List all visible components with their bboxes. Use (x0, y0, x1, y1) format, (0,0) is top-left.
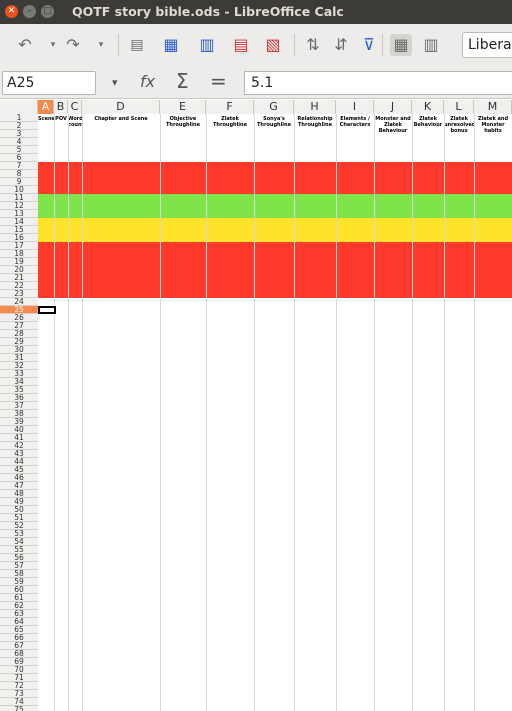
column-header-b[interactable]: B (54, 100, 68, 114)
column-header-g[interactable]: G (254, 100, 294, 114)
toolbar-separator (118, 34, 119, 56)
column-gridline (68, 114, 69, 711)
header-zlatek: Zlatek Throughline (213, 116, 247, 128)
insert-columns-icon[interactable]: ▥ (196, 34, 218, 56)
select-all-corner[interactable] (0, 100, 38, 114)
header-monsters: Monster and Zlatek Behaviour (375, 116, 411, 134)
colored-row-band (38, 242, 512, 298)
column-gridline (206, 114, 207, 711)
header-sonya: Sonya's Throughline (257, 116, 291, 128)
font-name-box[interactable]: Liberat (462, 32, 512, 58)
sort-icon[interactable]: ⇅ (302, 34, 324, 56)
function-wizard-button[interactable]: fx (140, 72, 155, 91)
column-gridline (254, 114, 255, 711)
column-header-e[interactable]: E (160, 100, 206, 114)
spelling-icon[interactable]: ▤ (126, 34, 148, 56)
column-gridline (294, 114, 295, 711)
column-gridline (54, 114, 55, 711)
delete-columns-icon[interactable]: ▧ (262, 34, 284, 56)
column-header-j[interactable]: J (374, 100, 412, 114)
close-window-button[interactable]: ✕ (5, 5, 18, 18)
column-header-c[interactable]: C (68, 100, 82, 114)
column-gridline (412, 114, 413, 711)
maximize-window-button[interactable]: □ (41, 5, 54, 18)
column-header-f[interactable]: F (206, 100, 254, 114)
undo-icon[interactable]: ↶ (14, 34, 36, 56)
column-header-i[interactable]: I (336, 100, 374, 114)
header-zlatek-behaviour: Zlatek Behaviour (413, 116, 443, 128)
formula-input[interactable]: 5.1 (244, 71, 512, 95)
selected-cell[interactable] (38, 306, 56, 314)
freeze-rows-icon[interactable]: ▦ (390, 34, 412, 56)
header-elements: Elements / Characters (339, 116, 371, 128)
column-header-m[interactable]: M (474, 100, 512, 114)
colored-row-band (38, 218, 512, 242)
colored-row-band (38, 194, 512, 218)
sidebar-icon[interactable]: ▥ (420, 34, 442, 56)
delete-rows-icon[interactable]: ▤ (230, 34, 252, 56)
toolbar-separator (294, 34, 295, 56)
insert-rows-icon[interactable]: ▦ (160, 34, 182, 56)
column-gridline (474, 114, 475, 711)
row-header-75[interactable]: 75 (0, 706, 38, 711)
window-titlebar: ✕ – □ QOTF story bible.ods - LibreOffice… (0, 0, 512, 24)
column-header-d[interactable]: D (82, 100, 160, 114)
column-header-a[interactable]: A (38, 100, 54, 114)
header-chapter: Chapter and Scene (94, 116, 148, 122)
column-gridline (444, 114, 445, 711)
name-box[interactable]: A25 (2, 71, 96, 95)
header-relationship: Relationship Throughline (297, 116, 333, 128)
sort-descending-icon[interactable]: ⇵ (330, 34, 352, 56)
column-gridline (160, 114, 161, 711)
header-zlatek-habits: Zlatek and Monster habits (477, 116, 509, 134)
header-pov: POV (55, 116, 67, 122)
column-gridline (336, 114, 337, 711)
minimize-window-button[interactable]: – (23, 5, 36, 18)
column-gridline (374, 114, 375, 711)
toolbar-separator (382, 34, 383, 56)
column-headers: A B C D E F G H I J K L M (0, 100, 512, 115)
header-scene: Scene (38, 116, 54, 122)
formula-button[interactable]: = (210, 69, 227, 93)
sum-button[interactable]: Σ (176, 69, 189, 93)
column-gridline (82, 114, 83, 711)
header-objective: Objective Throughline (166, 116, 200, 128)
redo-dropdown-icon[interactable]: ▾ (90, 34, 112, 56)
header-words: Word count (68, 116, 82, 128)
column-header-l[interactable]: L (444, 100, 474, 114)
formula-bar: A25 ▾ fx Σ = 5.1 (0, 66, 512, 99)
colored-row-band (38, 162, 512, 194)
name-box-dropdown-icon[interactable]: ▾ (112, 76, 118, 89)
spreadsheet-grid[interactable]: A B C D E F G H I J K L M 1 2 3 4 5 6 7 8 9 10 11 1… (0, 100, 512, 711)
header-row: Scene POV Word count Chapter and Scene O… (38, 114, 512, 134)
column-header-k[interactable]: K (412, 100, 444, 114)
autofilter-icon[interactable]: ⊽ (358, 34, 380, 56)
redo-icon[interactable]: ↷ (62, 34, 84, 56)
header-unresolved: Zlatek unresolved bonus (444, 116, 474, 134)
standard-toolbar: ↶ ▾ ↷ ▾ ▤ ▦ ▥ ▤ ▧ ⇅ ⇵ ⊽ ▦ ▥ (0, 24, 512, 67)
window-title: QOTF story bible.ods - LibreOffice Calc (72, 4, 344, 19)
undo-dropdown-icon[interactable]: ▾ (42, 34, 64, 56)
column-header-h[interactable]: H (294, 100, 336, 114)
